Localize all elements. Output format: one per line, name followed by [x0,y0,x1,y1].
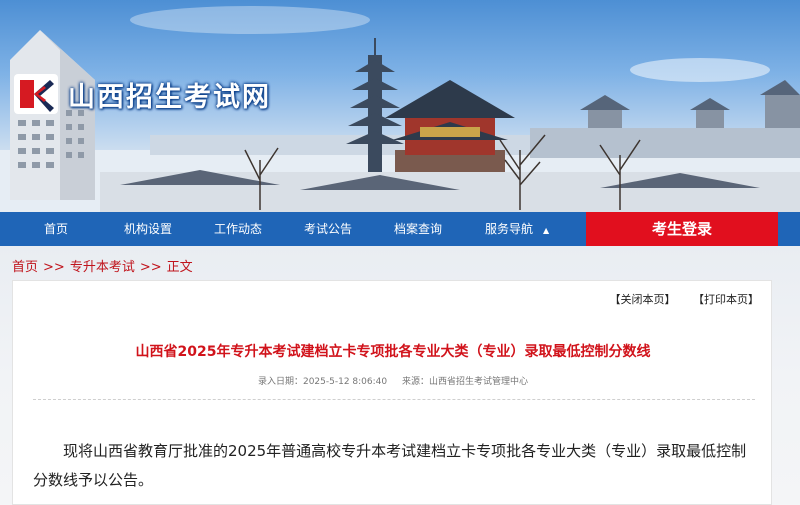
caret-up-icon: ▲ [543,226,550,235]
student-login-button[interactable]: 考生登录 [586,212,778,246]
close-page-link[interactable]: 【关闭本页】 [610,293,676,306]
nav-organization[interactable]: 机构设置 [124,212,172,246]
breadcrumb-separator: >> [139,260,162,275]
breadcrumb-current: 正文 [166,260,193,275]
breadcrumb-category[interactable]: 专升本考试 [70,260,135,275]
article-body: 现将山西省教育厅批准的2025年普通高校专升本考试建档立卡专项批各专业大类（专业… [33,442,747,489]
nav-home[interactable]: 首页 [44,212,68,246]
nav-service-guide[interactable]: 服务导航 ▲ [485,212,549,246]
print-page-link[interactable]: 【打印本页】 [693,293,759,306]
nav-service-guide-label: 服务导航 [485,222,534,236]
divider [33,399,755,400]
nav-archive-query[interactable]: 档案查询 [394,212,442,246]
article-meta: 录入日期：2025-5-12 8:06:40 来源：山西省招生考试管理中心 [13,374,773,387]
article-title: 山西省2025年专升本考试建档立卡专项批各专业大类（专业）录取最低控制分数线 [135,344,651,360]
article-panel: 【关闭本页】 【打印本页】 山西省2025年专升本考试建档立卡专项批各专业大类（… [12,280,772,505]
nav-work-news[interactable]: 工作动态 [214,212,262,246]
nav-exam-notices[interactable]: 考试公告 [304,212,352,246]
breadcrumb-home[interactable]: 首页 [12,260,38,275]
breadcrumb-separator: >> [43,260,65,275]
breadcrumb: 首页 >> 专升本考试 >> 正文 [12,256,193,275]
header-banner: 山西招生考试网 [0,0,800,212]
site-logo[interactable]: 山西招生考试网 [14,74,271,114]
site-name: 山西招生考试网 [68,81,271,113]
article-source: 来源：山西省招生考试管理中心 [402,377,529,387]
article-date: 录入日期：2025-5-12 8:06:40 [257,377,388,387]
article-tools: 【关闭本页】 【打印本页】 [596,291,760,307]
logo-mark-icon [14,74,58,114]
